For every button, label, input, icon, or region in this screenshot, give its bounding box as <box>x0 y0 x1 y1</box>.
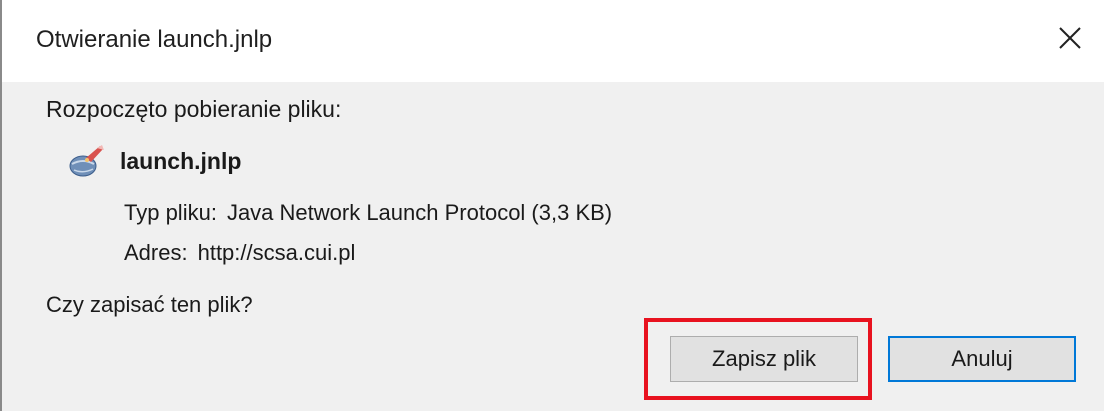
download-dialog: Otwieranie launch.jnlp Rozpoczęto pobier… <box>0 0 1104 411</box>
file-row: launch.jnlp <box>66 144 241 178</box>
java-web-start-icon <box>69 145 104 177</box>
save-question: Czy zapisać ten plik? <box>46 292 253 317</box>
download-started-text: Rozpoczęto pobieranie pliku: <box>46 96 342 122</box>
address-label: Adres: <box>124 240 188 265</box>
window-title: Otwieranie launch.jnlp <box>36 26 273 53</box>
file-name: launch.jnlp <box>120 147 242 174</box>
file-type-value: Java Network Launch Protocol (3,3 KB) <box>226 200 613 225</box>
address-value: http://scsa.cui.pl <box>197 240 356 265</box>
dialog-body: Rozpoczęto pobieranie pliku: launch.jnlp… <box>2 82 1104 411</box>
address-row: Adres: http://scsa.cui.pl <box>124 240 355 266</box>
cancel-button[interactable]: Anuluj <box>888 336 1076 382</box>
save-file-button[interactable]: Zapisz plik <box>670 336 858 382</box>
close-button[interactable] <box>1048 18 1092 58</box>
close-x-icon <box>1059 27 1081 49</box>
file-type-row: Typ pliku: Java Network Launch Protocol … <box>124 200 612 226</box>
title-bar: Otwieranie launch.jnlp <box>2 0 1104 82</box>
file-type-label: Typ pliku: <box>124 200 217 225</box>
